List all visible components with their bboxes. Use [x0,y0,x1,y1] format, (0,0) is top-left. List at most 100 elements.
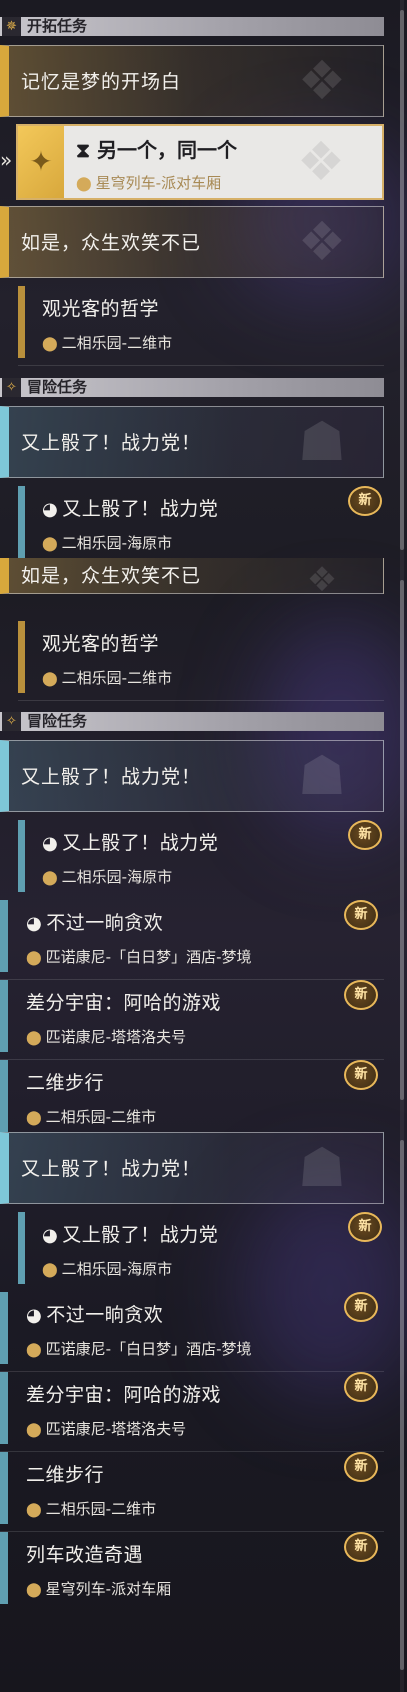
map-pin-icon: ⬤ [76,176,92,192]
quest-item-title: ◕ 又上骰了！战力党 [42,832,219,854]
new-badge-icon: 新 [344,1060,378,1090]
quest-item-location: ⬤ 二相乐园-二维市 [26,1108,157,1126]
quest-item-title: 观光客的哲学 [42,633,160,655]
quest-item-title: ◕ 又上骰了！战力党 [42,498,219,520]
quest-item-location: ⬤ 星穹列车-派对车厢 [26,1580,172,1598]
category-header-trailblaze[interactable]: ✵ 开拓任务 [0,17,384,36]
panda-head-icon: ◕ [42,499,59,520]
selection-arrow-icon: » [0,148,13,172]
map-pin-icon: ⬤ [26,1502,42,1518]
quest-item-title: ⧗ 另一个，同一个 [76,138,238,162]
new-badge-icon: 新 [344,900,378,930]
new-badge-icon: 新 [348,486,382,516]
quest-item-bar [18,286,25,358]
compass-star-icon: ✵ [2,17,21,36]
scroll-thumb[interactable] [400,10,404,550]
map-pin-icon: ⬤ [26,1110,42,1126]
new-badge-icon: 新 [344,1452,378,1482]
scroll-thumb[interactable] [400,1140,404,1670]
new-badge-icon: 新 [344,980,378,1010]
new-badge-icon: 新 [344,1372,378,1402]
quest-group-title: 又上骰了！战力党！ [21,1158,202,1180]
quest-item-title: 观光客的哲学 [42,298,160,320]
quest-item-title: ◕ 不过一晌贪欢 [26,912,164,934]
quest-item-location: ⬤ 二相乐园-二维市 [42,334,173,352]
category-header-adventure[interactable]: ✧ 冒险任务 [0,378,384,397]
quest-group-dream-opening[interactable]: 记忆是梦的开场白 ❖ [0,45,384,117]
quest-item-bar [0,1372,8,1444]
panda-head-icon: ◕ [42,1225,59,1246]
scrollbar[interactable] [400,0,404,1692]
quest-item-bar [18,820,25,892]
map-pin-icon: ⬤ [26,1030,42,1046]
quest-item-location: ⬤ 二相乐园-二维市 [26,1500,157,1518]
quest-item-tourist-philosophy[interactable]: 观光客的哲学 ⬤ 二相乐园-二维市 [0,286,384,366]
new-badge-icon: 新 [344,1532,378,1562]
quest-item-title: ◕ 又上骰了！战力党 [42,1224,219,1246]
quest-group-everyone-laughs[interactable]: 如是，众生欢笑不已 ❖ [0,206,384,278]
map-pin-icon: ⬤ [26,1582,42,1598]
panda-head-icon: ◕ [26,913,43,934]
quest-item-title: 差分宇宙：阿哈的游戏 [26,992,222,1014]
quest-type-strip: ✦ [18,126,64,198]
quest-item-two-d-walk[interactable]: 二维步行 ⬤ 二相乐园-二维市 新 [0,1060,384,1140]
quest-item-fight[interactable]: ◕ 又上骰了！战力党 ⬤ 二相乐园-海原市 新 [0,820,384,900]
quest-item-moment-joy[interactable]: ◕ 不过一晌贪欢 ⬤ 匹诺康尼-「白日梦」酒店-梦境 新 [0,1292,384,1372]
divider [18,700,384,701]
panda-head-icon: ◕ [42,833,59,854]
map-pin-icon: ⬤ [42,671,58,687]
quest-item-title: 二维步行 [26,1464,105,1486]
category-header-adventure[interactable]: ✧ 冒险任务 [0,712,384,731]
quest-item-location: ⬤ 二相乐园-海原市 [42,534,173,552]
quest-item-bar [0,1060,8,1132]
quest-group-fight[interactable]: 又上骰了！战力党！ ☗ [0,1132,384,1204]
ornament-decoration: ☗ [297,744,347,807]
quest-list-panel: ✵ 开拓任务 记忆是梦的开场白 ❖ » ✦ ⧗ 另一个，同一个 ⬤ 星穹列车-派对… [0,0,407,1692]
quest-item-location: ⬤ 匹诺康尼-塔塔洛夫号 [26,1028,187,1046]
quest-item-bar [18,1212,25,1284]
quest-item-bar [0,980,8,1052]
quest-item-two-d-walk[interactable]: 二维步行 ⬤ 二相乐园-二维市 新 [0,1452,384,1532]
quest-item-fight[interactable]: ◕ 又上骰了！战力党 ⬤ 二相乐园-海原市 新 [0,486,384,566]
quest-group-title: 记忆是梦的开场白 [21,71,182,93]
ornament-decoration: ❖ [306,560,338,600]
ornament-decoration: ☗ [297,410,347,473]
quest-item-location: ⬤ 星穹列车-派对车厢 [76,174,222,192]
quest-item-selected[interactable]: ✦ ⧗ 另一个，同一个 ⬤ 星穹列车-派对车厢 ❖ [16,124,384,200]
quest-group-everyone-laughs[interactable]: 如是，众生欢笑不已 ❖ [0,558,384,598]
quest-item-title: ◕ 不过一晌贪欢 [26,1304,164,1326]
quest-item-tourist-philosophy[interactable]: 观光客的哲学 ⬤ 二相乐园-二维市 [0,621,384,701]
scroll-thumb[interactable] [400,580,404,1100]
quest-item-aha-game[interactable]: 差分宇宙：阿哈的游戏 ⬤ 匹诺康尼-塔塔洛夫号 新 [0,980,384,1060]
map-pin-icon: ⬤ [42,536,58,552]
quest-group-title: 又上骰了！战力党！ [21,766,202,788]
quest-item-location: ⬤ 匹诺康尼-塔塔洛夫号 [26,1420,187,1438]
quest-group-title: 又上骰了！战力党！ [21,432,202,454]
quest-item-bar [18,486,25,558]
quest-item-bar [0,1532,8,1604]
new-badge-icon: 新 [348,820,382,850]
quest-item-aha-game[interactable]: 差分宇宙：阿哈的游戏 ⬤ 匹诺康尼-塔塔洛夫号 新 [0,1372,384,1452]
quest-item-location: ⬤ 二相乐园-海原市 [42,1260,173,1278]
quest-group-fight[interactable]: 又上骰了！战力党！ ☗ [0,406,384,478]
quest-item-train-mod[interactable]: 列车改造奇遇 ⬤ 星穹列车-派对车厢 新 [0,1532,384,1612]
quest-item-bar [0,1452,8,1524]
sparkle-icon: ✧ [2,712,21,731]
hourglass-icon: ⧗ [76,138,91,162]
divider [18,365,384,366]
quest-group-title: 如是，众生欢笑不已 [21,232,202,254]
map-pin-icon: ⬤ [42,336,58,352]
map-pin-icon: ⬤ [26,1422,42,1438]
quest-item-bar [18,621,25,693]
map-pin-icon: ⬤ [42,1262,58,1278]
sparkle-icon: ✧ [2,378,21,397]
new-badge-icon: 新 [348,1212,382,1242]
ornament-decoration: ❖ [296,130,346,193]
quest-item-moment-joy[interactable]: ◕ 不过一晌贪欢 ⬤ 匹诺康尼-「白日梦」酒店-梦境 新 [0,900,384,980]
quest-item-fight[interactable]: ◕ 又上骰了！战力党 ⬤ 二相乐园-海原市 新 [0,1212,384,1292]
quest-group-fight[interactable]: 又上骰了！战力党！ ☗ [0,740,384,812]
quest-item-bar [0,1292,8,1364]
new-badge-icon: 新 [344,1292,378,1322]
ornament-decoration: ❖ [297,210,347,273]
quest-item-location: ⬤ 匹诺康尼-「白日梦」酒店-梦境 [26,1340,252,1358]
